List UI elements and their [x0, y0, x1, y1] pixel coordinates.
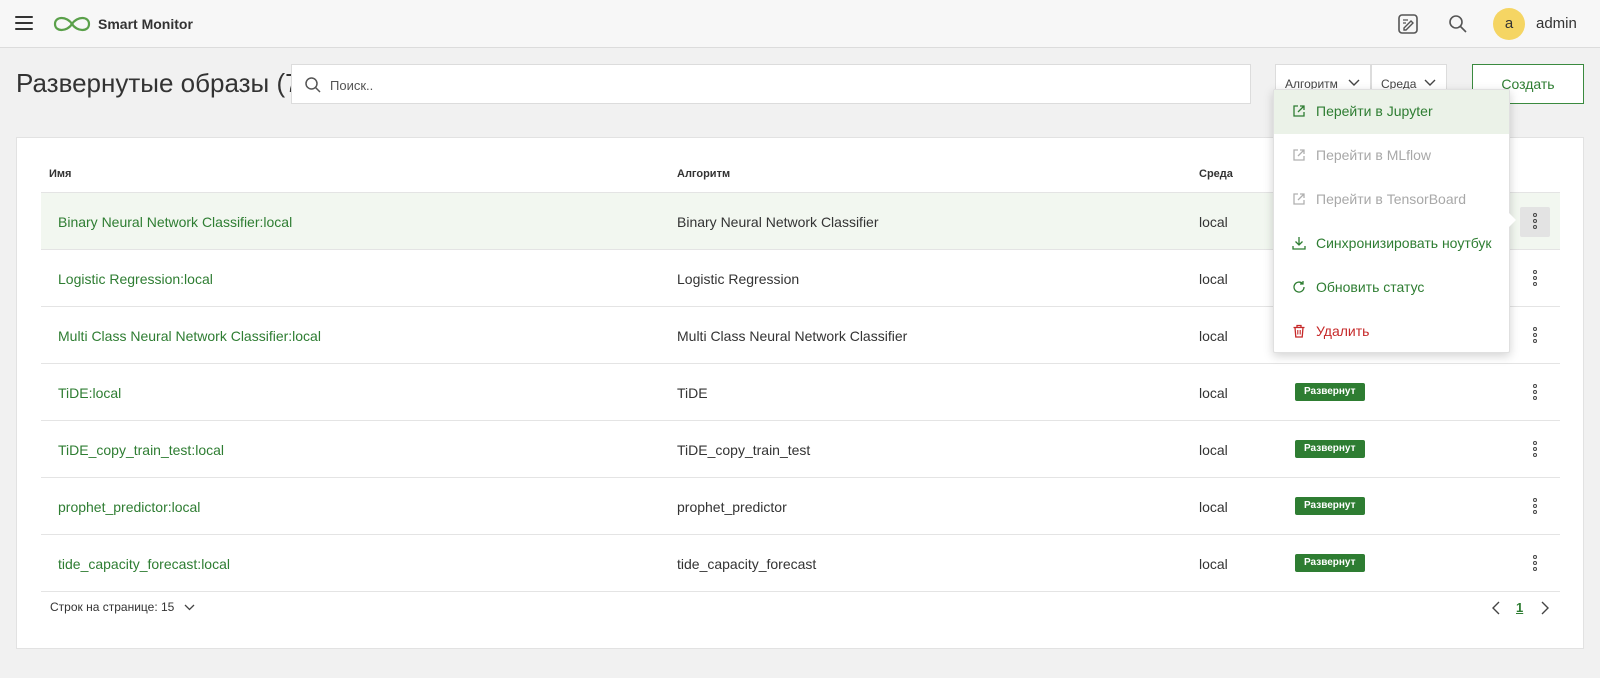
environment-cell: local	[1199, 328, 1228, 344]
next-page-icon[interactable]	[1540, 601, 1550, 615]
download-icon	[1292, 237, 1306, 250]
menu-item-refresh-status[interactable]: Обновить статус	[1274, 266, 1509, 310]
top-bar: Smart Monitor a admin	[0, 0, 1600, 48]
status-badge: Развернут	[1295, 440, 1365, 458]
chevron-down-icon	[1348, 79, 1360, 86]
external-link-icon	[1293, 149, 1305, 161]
menu-item-label: Удалить	[1316, 323, 1370, 339]
search-box	[291, 64, 1251, 104]
environment-cell: local	[1199, 271, 1228, 287]
avatar[interactable]: a	[1493, 8, 1525, 40]
menu-item-label: Синхронизировать ноутбук	[1316, 235, 1492, 251]
menu-item-label: Обновить статус	[1316, 279, 1425, 295]
menu-item-label: Перейти в Jupyter	[1316, 103, 1433, 119]
menu-item-sync-notebook[interactable]: Синхронизировать ноутбук	[1274, 222, 1509, 266]
row-actions-button[interactable]	[1520, 492, 1550, 522]
row-actions-button[interactable]	[1520, 264, 1550, 294]
table-row[interactable]: prophet_predictor:local prophet_predicto…	[41, 478, 1560, 535]
menu-item-open-tensorboard[interactable]: Перейти в TensorBoard	[1274, 178, 1509, 222]
page-number-current[interactable]: 1	[1516, 600, 1523, 615]
column-header-environment[interactable]: Среда	[1199, 168, 1233, 180]
menu-item-delete[interactable]: Удалить	[1274, 310, 1509, 354]
table-row[interactable]: TiDE:local TiDE local Развернут	[41, 364, 1560, 421]
image-name-link[interactable]: tide_capacity_forecast:local	[58, 556, 230, 572]
algorithm-cell: Multi Class Neural Network Classifier	[677, 328, 908, 344]
rows-per-page-select[interactable]: Строк на странице: 15	[50, 600, 195, 614]
status-badge: Развернут	[1295, 497, 1365, 515]
notebook-icon[interactable]	[1397, 13, 1419, 35]
search-input[interactable]	[330, 75, 1230, 95]
row-actions-button[interactable]	[1520, 435, 1550, 465]
environment-cell: local	[1199, 499, 1228, 515]
row-actions-button[interactable]	[1520, 321, 1550, 351]
row-actions-button[interactable]	[1520, 207, 1550, 237]
image-name-link[interactable]: Logistic Regression:local	[58, 271, 213, 287]
table-row[interactable]: tide_capacity_forecast:local tide_capaci…	[41, 535, 1560, 592]
image-name-link[interactable]: TiDE_copy_train_test:local	[58, 442, 224, 458]
menu-pointer	[1507, 211, 1516, 229]
image-name-link[interactable]: Binary Neural Network Classifier:local	[58, 214, 292, 230]
image-name-link[interactable]: TiDE:local	[58, 385, 121, 401]
rows-per-page-label: Строк на странице: 15	[50, 600, 175, 614]
chevron-down-icon	[1424, 79, 1436, 86]
menu-item-label: Перейти в TensorBoard	[1316, 191, 1467, 207]
column-header-algorithm[interactable]: Алгоритм	[677, 168, 730, 180]
external-link-icon	[1293, 193, 1305, 205]
logo-icon	[53, 16, 91, 32]
chevron-down-icon	[184, 604, 195, 611]
environment-cell: local	[1199, 214, 1228, 230]
column-header-name[interactable]: Имя	[49, 168, 71, 180]
page-title: Развернутые образы (7)	[16, 68, 309, 98]
app-title: Smart Monitor	[98, 16, 193, 32]
username[interactable]: admin	[1536, 15, 1577, 32]
algorithm-cell: Binary Neural Network Classifier	[677, 214, 879, 230]
menu-item-open-mlflow[interactable]: Перейти в MLflow	[1274, 134, 1509, 178]
trash-icon	[1293, 324, 1305, 338]
status-badge: Развернут	[1295, 383, 1365, 401]
algorithm-cell: prophet_predictor	[677, 499, 787, 515]
search-icon[interactable]	[1447, 13, 1469, 35]
row-actions-button[interactable]	[1520, 378, 1550, 408]
image-name-link[interactable]: prophet_predictor:local	[58, 499, 200, 515]
row-actions-button[interactable]	[1520, 549, 1550, 579]
algorithm-cell: TiDE_copy_train_test	[677, 442, 811, 458]
algorithm-cell: Logistic Regression	[677, 271, 800, 287]
menu-item-open-jupyter[interactable]: Перейти в Jupyter	[1274, 90, 1509, 134]
environment-cell: local	[1199, 385, 1228, 401]
algorithm-cell: tide_capacity_forecast	[677, 556, 817, 572]
previous-page-icon[interactable]	[1491, 601, 1501, 615]
menu-icon[interactable]	[15, 16, 33, 30]
refresh-icon	[1293, 281, 1305, 293]
environment-cell: local	[1199, 556, 1228, 572]
table-row[interactable]: TiDE_copy_train_test:local TiDE_copy_tra…	[41, 421, 1560, 478]
image-name-link[interactable]: Multi Class Neural Network Classifier:lo…	[58, 328, 321, 344]
search-icon	[305, 77, 321, 93]
environment-cell: local	[1199, 442, 1228, 458]
status-badge: Развернут	[1295, 554, 1365, 572]
row-actions-menu: Перейти в Jupyter Перейти в MLflow Перей…	[1273, 89, 1510, 353]
menu-item-label: Перейти в MLflow	[1316, 147, 1432, 163]
algorithm-cell: TiDE	[677, 385, 708, 401]
external-link-icon	[1293, 105, 1305, 117]
